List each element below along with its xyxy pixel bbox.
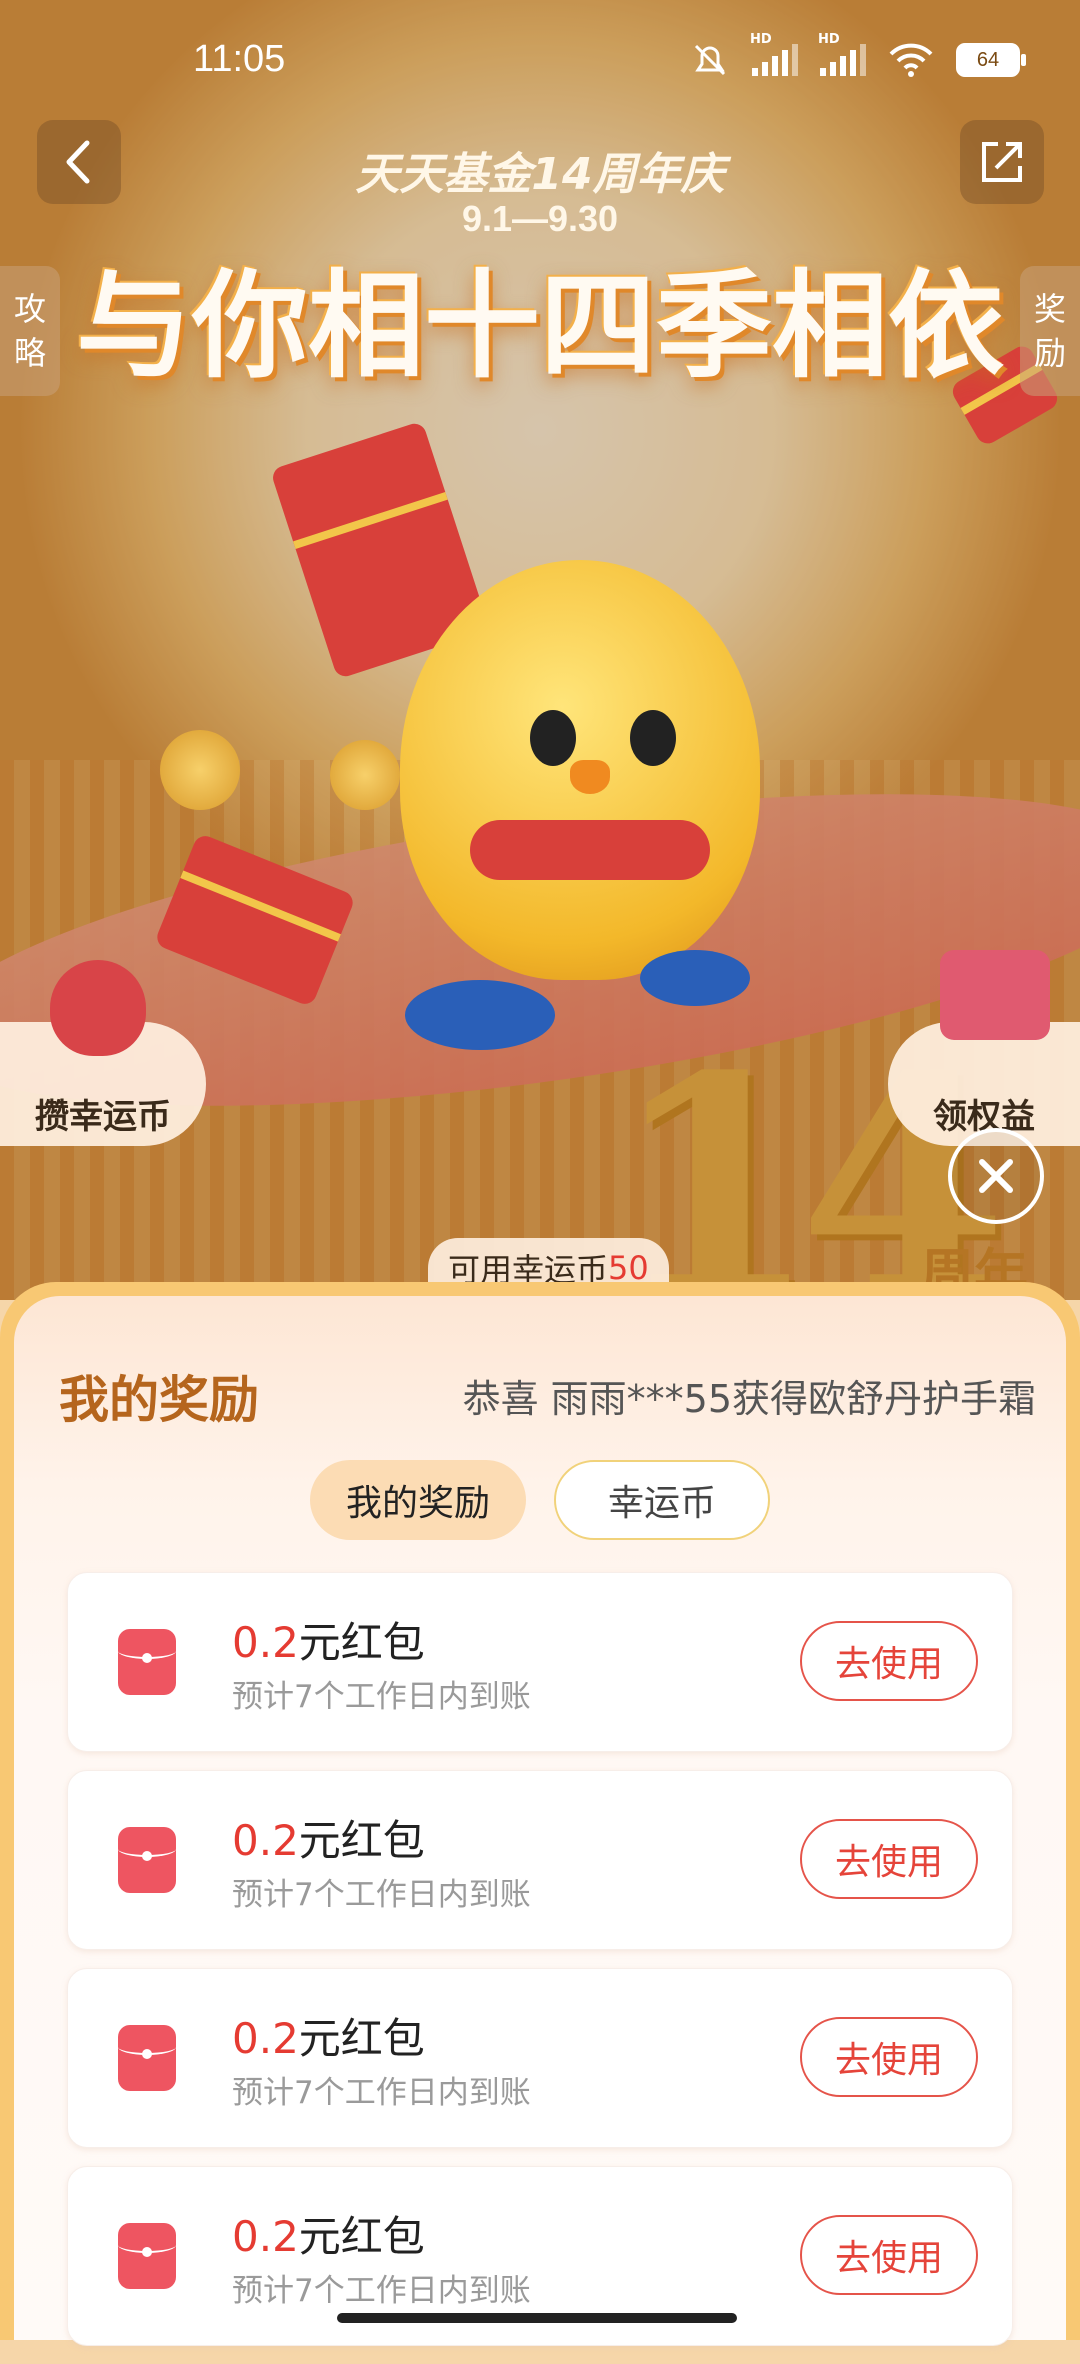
rewards-tab[interactable]: 奖 励 xyxy=(1020,266,1080,396)
signal-icon: HD xyxy=(818,32,866,76)
mascot-scarf xyxy=(470,820,710,880)
signal-hd-label: HD xyxy=(750,32,772,47)
share-icon xyxy=(982,142,1022,182)
use-reward-button[interactable]: 去使用 xyxy=(800,2215,978,2295)
battery-icon: 64 xyxy=(956,43,1026,77)
sheet-tabs: 我的奖励 幸运币 xyxy=(14,1460,1066,1540)
mascot-eye xyxy=(530,710,576,766)
close-icon xyxy=(979,1159,1013,1193)
claim-benefits-button[interactable]: 领权益 xyxy=(888,1022,1080,1146)
reward-note: 预计7个工作日内到账 xyxy=(232,1679,531,1715)
share-button[interactable] xyxy=(960,120,1044,204)
tab-lucky-coins[interactable]: 幸运币 xyxy=(554,1460,770,1540)
reward-unit: 元红包 xyxy=(298,2212,425,2261)
rewards-sheet-body: 我的奖励 恭喜 雨雨***55获得欧舒丹护手霜 我的奖励 幸运币 0.2元红包 … xyxy=(14,1296,1066,2346)
strategy-tab-char: 攻 xyxy=(13,290,46,328)
status-bar: 11:05 HD HD 64 xyxy=(0,0,1080,120)
earn-coins-label: 攒幸运币 xyxy=(35,1097,171,1137)
close-button[interactable] xyxy=(948,1128,1044,1224)
rewards-tab-char: 励 xyxy=(1033,334,1066,372)
event-title: 与你相十四季相依 xyxy=(76,259,1004,394)
wifi-icon xyxy=(889,43,933,77)
mascot-beak xyxy=(570,760,610,794)
reward-amount: 0.2元红包 xyxy=(232,1609,425,1670)
reward-unit: 元红包 xyxy=(298,1816,425,1865)
use-reward-button[interactable]: 去使用 xyxy=(800,2017,978,2097)
red-envelope-icon xyxy=(118,1629,176,1695)
reward-note: 预计7个工作日内到账 xyxy=(232,1877,531,1913)
mute-icon xyxy=(694,44,726,76)
signal-hd-label: HD xyxy=(818,32,840,47)
mascot-eye xyxy=(630,710,676,766)
reward-unit: 元红包 xyxy=(298,2014,425,2063)
red-envelope-icon xyxy=(118,1827,176,1893)
signal-icon: HD xyxy=(750,32,798,76)
reward-card: 0.2元红包 预计7个工作日内到账 去使用 xyxy=(67,1968,1013,2148)
reward-card: 0.2元红包 预计7个工作日内到账 去使用 xyxy=(67,1770,1013,1950)
strategy-tab[interactable]: 攻 略 xyxy=(0,266,60,396)
reward-amount: 0.2元红包 xyxy=(232,2005,425,2066)
event-subtitle: 天天基金14周年庆 xyxy=(355,149,725,200)
reward-amount: 0.2元红包 xyxy=(232,2203,425,2264)
reward-value: 0.2 xyxy=(232,1816,299,1865)
coin-decor xyxy=(330,740,400,810)
reward-note: 预计7个工作日内到账 xyxy=(232,2273,531,2309)
lucky-bag-icon xyxy=(50,960,146,1056)
chevron-left-icon xyxy=(66,140,90,184)
mascot-shoe xyxy=(640,950,750,1006)
status-time: 11:05 xyxy=(193,38,286,80)
home-indicator[interactable] xyxy=(337,2313,737,2323)
reward-value: 0.2 xyxy=(232,2212,299,2261)
winner-marquee: 恭喜 雨雨***55获得欧舒丹护手霜 xyxy=(462,1377,1036,1421)
reward-list: 0.2元红包 预计7个工作日内到账 去使用 0.2元红包 预计7个工作日内到账 … xyxy=(67,1572,1013,2364)
strategy-tab-char: 略 xyxy=(13,334,46,372)
use-reward-button[interactable]: 去使用 xyxy=(800,1819,978,1899)
reward-note: 预计7个工作日内到账 xyxy=(232,2075,531,2111)
rewards-tab-char: 奖 xyxy=(1033,290,1066,328)
back-button[interactable] xyxy=(37,120,121,204)
coin-decor xyxy=(160,730,240,810)
gift-icon xyxy=(940,950,1050,1040)
sheet-title: 我的奖励 xyxy=(59,1371,259,1429)
tab-my-rewards[interactable]: 我的奖励 xyxy=(310,1460,526,1540)
reward-value: 0.2 xyxy=(232,2014,299,2063)
reward-card: 0.2元红包 预计7个工作日内到账 去使用 xyxy=(67,1572,1013,1752)
rewards-sheet: 我的奖励 恭喜 雨雨***55获得欧舒丹护手霜 我的奖励 幸运币 0.2元红包 … xyxy=(0,1282,1080,2346)
status-icons: HD HD 64 xyxy=(690,32,1026,80)
use-reward-button[interactable]: 去使用 xyxy=(800,1621,978,1701)
mascot-chick xyxy=(400,560,760,980)
reward-unit: 元红包 xyxy=(298,1618,425,1667)
red-envelope-icon xyxy=(118,2223,176,2289)
mascot-shoe xyxy=(405,980,555,1050)
red-envelope-icon xyxy=(118,2025,176,2091)
reward-amount: 0.2元红包 xyxy=(232,1807,425,1868)
reward-value: 0.2 xyxy=(232,1618,299,1667)
